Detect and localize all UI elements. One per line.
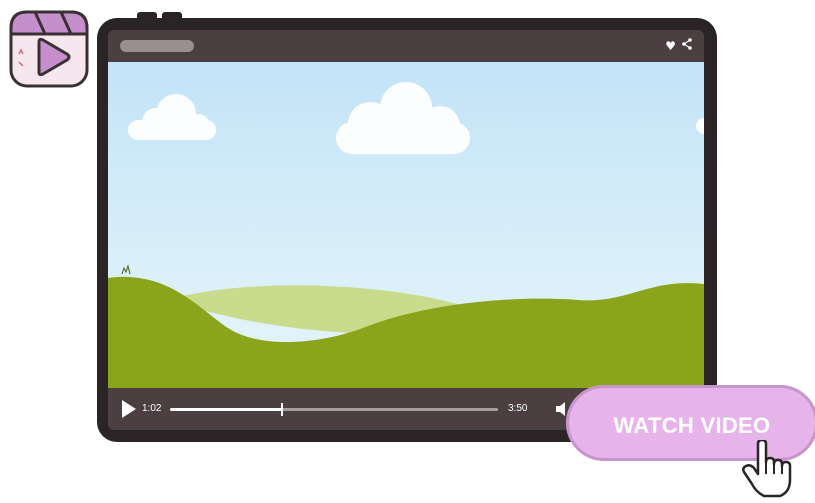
video-screen[interactable] — [108, 62, 704, 388]
watch-video-label: WATCH VIDEO — [613, 413, 771, 438]
progress-fill — [170, 408, 282, 411]
pointing-hand-icon — [742, 438, 794, 503]
heart-icon[interactable]: ♥ — [665, 37, 676, 55]
titlebar-actions: ♥ — [665, 37, 692, 55]
title-placeholder — [120, 40, 194, 52]
current-time: 1:02 — [142, 403, 162, 414]
progress-thumb[interactable] — [280, 403, 283, 416]
grass-tuft — [121, 264, 131, 275]
volume-icon[interactable] — [556, 401, 566, 417]
player-titlebar: ♥ — [108, 30, 704, 62]
clouds — [128, 82, 704, 154]
share-icon[interactable] — [682, 37, 692, 55]
landscape-illustration — [108, 82, 704, 388]
duration-time: 3:50 — [508, 403, 528, 414]
app-logo — [9, 10, 89, 93]
play-icon — [9, 10, 89, 88]
play-icon[interactable] — [122, 400, 136, 418]
progress-bar[interactable] — [170, 403, 498, 416]
